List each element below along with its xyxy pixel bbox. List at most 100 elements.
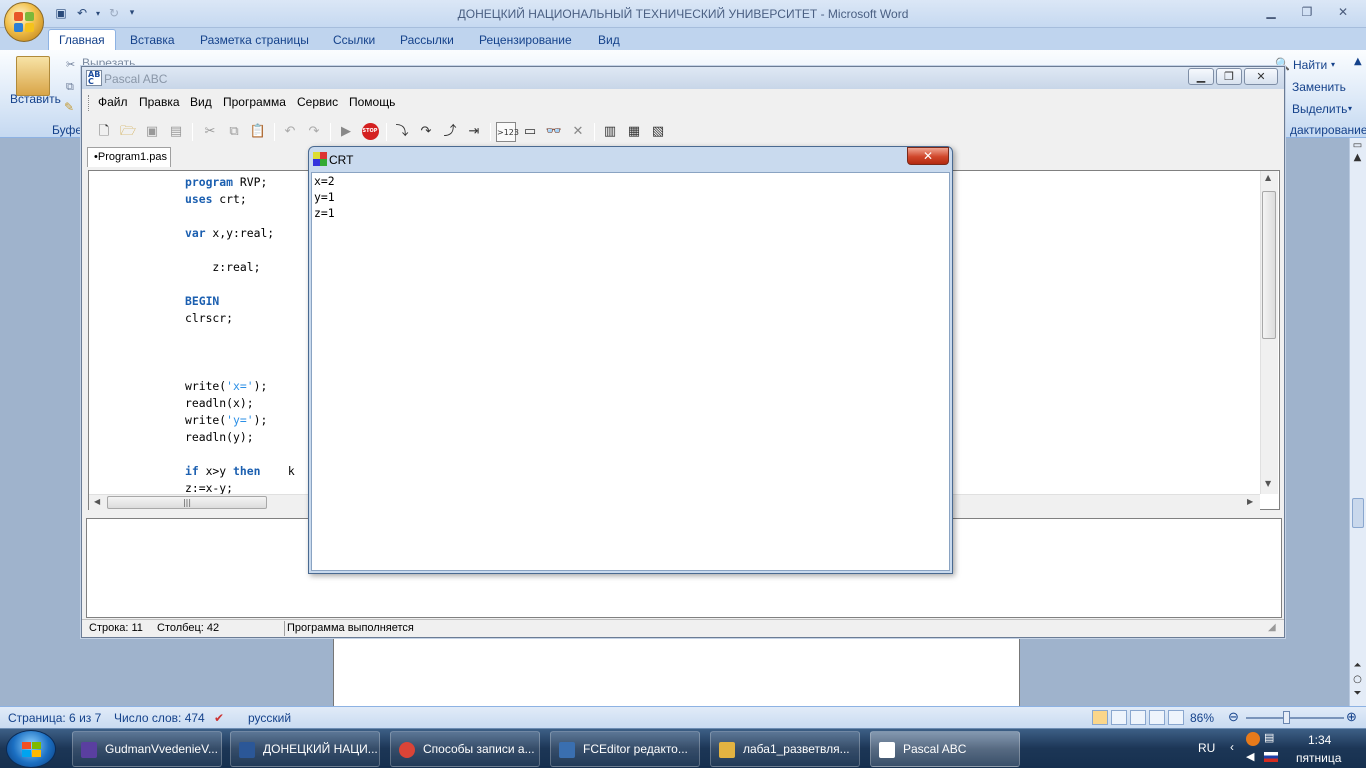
taskbar-item-word[interactable]: ДОНЕЦКИЙ НАЦИ...: [230, 731, 380, 767]
editor-horizontal-scroll-thumb[interactable]: |||: [107, 496, 267, 509]
code-line[interactable]: readln(y);: [185, 429, 295, 446]
paste-icon[interactable]: 📋: [248, 122, 268, 142]
step-into-icon[interactable]: ⤵: [392, 122, 412, 142]
code-line[interactable]: [185, 344, 295, 361]
undo-dropdown-icon[interactable]: ▾: [94, 5, 102, 22]
paste-button[interactable]: Вставить: [10, 92, 61, 106]
watch-icon[interactable]: 👓: [544, 122, 564, 142]
code-line[interactable]: [185, 276, 295, 293]
code-line[interactable]: if x>y then k: [185, 463, 295, 480]
save-icon[interactable]: ▣: [142, 122, 162, 142]
scroll-up-icon[interactable]: ▲: [1350, 152, 1365, 163]
start-button[interactable]: [6, 730, 56, 768]
taskbar-item-fceditor[interactable]: FCEditor редакто...: [550, 731, 700, 767]
zoom-slider[interactable]: [1246, 717, 1344, 719]
paste-icon[interactable]: [16, 56, 50, 96]
stop-icon[interactable]: STOP: [360, 122, 380, 142]
delete-icon[interactable]: ✕: [568, 122, 588, 142]
clock-day[interactable]: пятница: [1296, 751, 1341, 765]
cut-icon[interactable]: ✂: [200, 122, 220, 142]
word-vertical-scrollbar[interactable]: [1349, 138, 1366, 706]
word-scroll-thumb[interactable]: [1352, 498, 1364, 528]
word-maximize-button[interactable]: ❐: [1294, 3, 1320, 21]
code-line[interactable]: var x,y:real;: [185, 225, 295, 242]
tab-view[interactable]: Вид: [598, 31, 620, 50]
code-line[interactable]: program RVP;: [185, 174, 295, 191]
word-page[interactable]: [333, 636, 1020, 707]
crt-app-icon[interactable]: [313, 152, 327, 166]
zoom-level[interactable]: 86%: [1190, 711, 1214, 725]
taskbar-item-gudman[interactable]: GudmanVvedenieV...: [72, 731, 222, 767]
page-indicator[interactable]: Страница: 6 из 7: [8, 711, 101, 725]
taskbar-item-folder[interactable]: лаба1_разветвля...: [710, 731, 860, 767]
new-file-icon[interactable]: 🗋: [94, 122, 114, 142]
open-folder-icon[interactable]: 🗁: [118, 122, 138, 142]
menu-program[interactable]: Программа: [223, 95, 286, 109]
language-indicator[interactable]: русский: [248, 711, 291, 725]
draft-view-icon[interactable]: [1168, 710, 1184, 725]
customize-qat-icon[interactable]: ▾: [126, 5, 138, 22]
pascal-close-button[interactable]: ✕: [1244, 68, 1278, 85]
code-line[interactable]: [185, 361, 295, 378]
pascal-maximize-button[interactable]: ❐: [1216, 68, 1242, 85]
code-line[interactable]: uses crt;: [185, 191, 295, 208]
run-icon[interactable]: ▶: [336, 122, 356, 142]
code-line[interactable]: [185, 446, 295, 463]
undo-icon[interactable]: ↶: [280, 122, 300, 142]
word-close-button[interactable]: ✕: [1330, 3, 1356, 21]
save-icon[interactable]: ▣: [52, 5, 70, 22]
pascal-app-icon[interactable]: AB C: [86, 70, 102, 86]
spelling-icon[interactable]: ✔: [214, 711, 224, 725]
select-browse-object-icon[interactable]: ○: [1350, 674, 1365, 685]
code-line[interactable]: BEGIN: [185, 293, 295, 310]
menu-file[interactable]: Файл: [98, 95, 128, 109]
menu-edit[interactable]: Правка: [139, 95, 180, 109]
scroll-right-icon[interactable]: ▶: [1247, 497, 1253, 506]
code-line[interactable]: clrscr;: [185, 310, 295, 327]
code-line[interactable]: [185, 208, 295, 225]
replace-button[interactable]: Заменить: [1292, 80, 1346, 94]
tab-home[interactable]: Главная: [48, 29, 116, 51]
zoom-out-icon[interactable]: ⊖: [1228, 709, 1239, 725]
select-button[interactable]: Выделить: [1292, 102, 1347, 116]
tab-mailings[interactable]: Рассылки: [400, 31, 454, 50]
next-page-icon[interactable]: ⏷: [1350, 688, 1365, 699]
scroll-up-icon[interactable]: ▲: [1265, 173, 1271, 182]
step-out-icon[interactable]: ⤴: [440, 122, 460, 142]
code-line[interactable]: z:real;: [185, 259, 295, 276]
copy-icon[interactable]: ⧉: [224, 122, 244, 142]
ruler-toggle-icon[interactable]: ▭: [1350, 140, 1365, 151]
crt-close-button[interactable]: ✕: [907, 147, 949, 165]
tab-insert[interactable]: Вставка: [130, 31, 175, 50]
network-icon[interactable]: ▤: [1264, 731, 1274, 744]
zoom-in-icon[interactable]: ⊕: [1346, 709, 1357, 725]
copy-icon[interactable]: ⧉: [66, 80, 74, 94]
word-minimize-button[interactable]: ▁: [1258, 3, 1284, 21]
settings-icon[interactable]: ▧: [648, 122, 668, 142]
compile-icon[interactable]: ▦: [624, 122, 644, 142]
redo-icon[interactable]: ↻: [105, 5, 123, 22]
resize-grip-icon[interactable]: ◢: [1268, 622, 1276, 633]
tab-program1-pas[interactable]: •Program1.pas: [87, 147, 171, 167]
flag-icon[interactable]: [1264, 752, 1278, 762]
full-screen-reading-icon[interactable]: [1111, 710, 1127, 725]
ribbon-minimize-icon[interactable]: ▲: [1354, 56, 1362, 67]
undo-icon[interactable]: ↶: [73, 5, 91, 22]
taskbar-item-pascal[interactable]: Pascal ABC: [870, 731, 1020, 767]
format-code-icon[interactable]: ▥: [600, 122, 620, 142]
code-line[interactable]: write('x=');: [185, 378, 295, 395]
code-line[interactable]: readln(x);: [185, 395, 295, 412]
taskbar-item-chrome[interactable]: Способы записи а...: [390, 731, 540, 767]
find-button[interactable]: Найти: [1293, 58, 1327, 72]
crt-console[interactable]: x=2 y=1 z=1: [311, 172, 950, 571]
format-painter-icon[interactable]: ✎: [64, 100, 74, 114]
tab-review[interactable]: Рецензирование: [479, 31, 572, 50]
menu-view[interactable]: Вид: [190, 95, 212, 109]
tray-app-icon[interactable]: [1246, 732, 1260, 746]
language-indicator[interactable]: RU: [1198, 741, 1215, 755]
code-text[interactable]: program RVP; uses crt; var x,y:real; z:rea…: [185, 174, 295, 497]
code-line[interactable]: [185, 242, 295, 259]
step-over-icon[interactable]: ↷: [416, 122, 436, 142]
zoom-slider-thumb[interactable]: [1283, 711, 1290, 724]
show-hidden-icons-icon[interactable]: ‹: [1230, 740, 1234, 754]
